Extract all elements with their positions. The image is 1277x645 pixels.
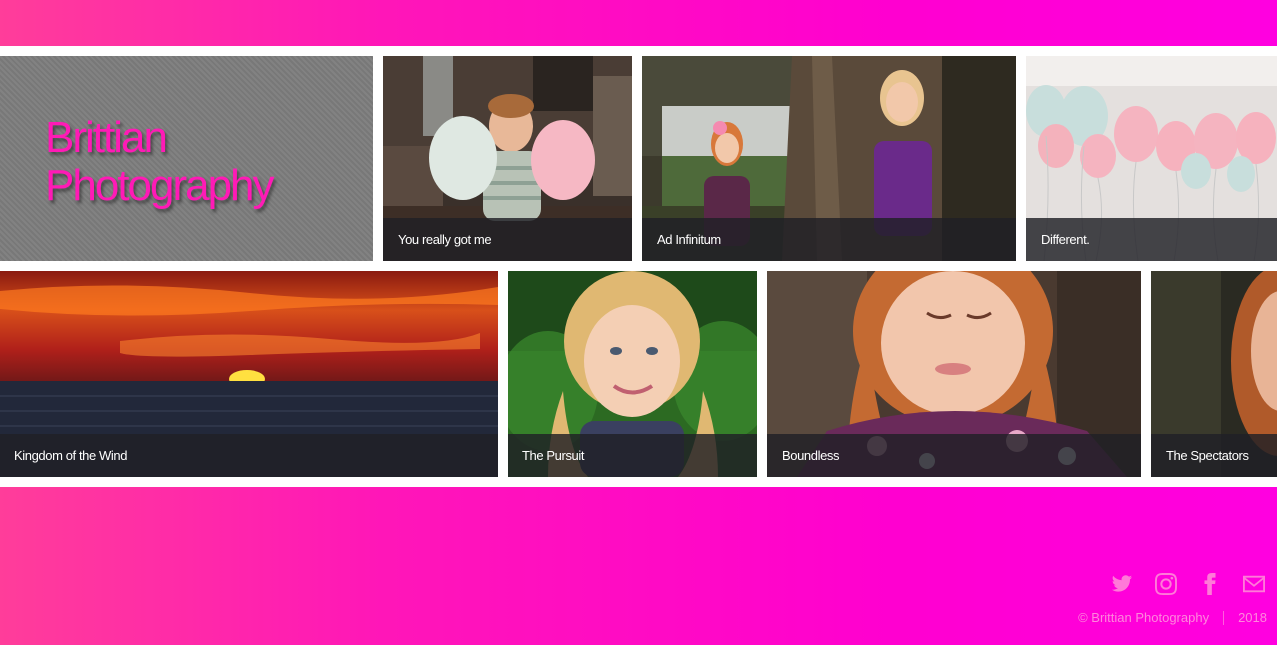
caption-bar: Boundless: [767, 434, 1141, 477]
gallery-tile-ad-infinitum[interactable]: Ad Infinitum: [642, 56, 1016, 261]
copyright-year: 2018: [1238, 610, 1267, 625]
tile-caption: The Pursuit: [522, 448, 585, 463]
gallery-tile-the-pursuit[interactable]: The Pursuit: [508, 271, 757, 477]
site-title[interactable]: Brittian Photography: [45, 113, 275, 210]
gallery-tile-you-really-got-me[interactable]: You really got me: [383, 56, 632, 261]
gallery-tile-kingdom-of-the-wind[interactable]: Kingdom of the Wind: [0, 271, 498, 477]
tile-caption: You really got me: [398, 232, 492, 247]
instagram-icon[interactable]: [1153, 571, 1179, 597]
gallery-tile-boundless[interactable]: Boundless: [767, 271, 1141, 477]
gallery-tile-the-spectators[interactable]: The Spectators: [1151, 271, 1277, 477]
email-icon[interactable]: [1241, 571, 1267, 597]
gallery-tile-different[interactable]: Different.: [1026, 56, 1277, 261]
tile-caption: Ad Infinitum: [657, 232, 721, 247]
site-title-line2: Photography: [45, 161, 275, 210]
copyright-text: © Brittian Photography: [1078, 610, 1210, 625]
tile-caption: Kingdom of the Wind: [14, 448, 128, 463]
caption-bar: Ad Infinitum: [642, 218, 1016, 261]
caption-bar: Kingdom of the Wind: [0, 434, 498, 477]
facebook-icon[interactable]: [1197, 571, 1223, 597]
caption-bar: Different.: [1026, 218, 1277, 261]
social-links: [1109, 571, 1267, 597]
caption-bar: The Pursuit: [508, 434, 757, 477]
brand-tile[interactable]: Brittian Photography: [0, 56, 373, 261]
caption-bar: You really got me: [383, 218, 632, 261]
top-header-bar: [0, 0, 1277, 46]
footer-legal: © Brittian Photography 2018: [1078, 610, 1267, 625]
tile-caption: Boundless: [782, 448, 840, 463]
footer-divider: [1223, 610, 1225, 625]
footer: © Brittian Photography 2018: [0, 487, 1277, 645]
twitter-icon[interactable]: [1109, 571, 1135, 597]
tile-caption: The Spectators: [1166, 448, 1249, 463]
tile-caption: Different.: [1041, 232, 1090, 247]
caption-bar: The Spectators: [1151, 434, 1277, 477]
site-title-line1: Brittian: [45, 113, 168, 162]
